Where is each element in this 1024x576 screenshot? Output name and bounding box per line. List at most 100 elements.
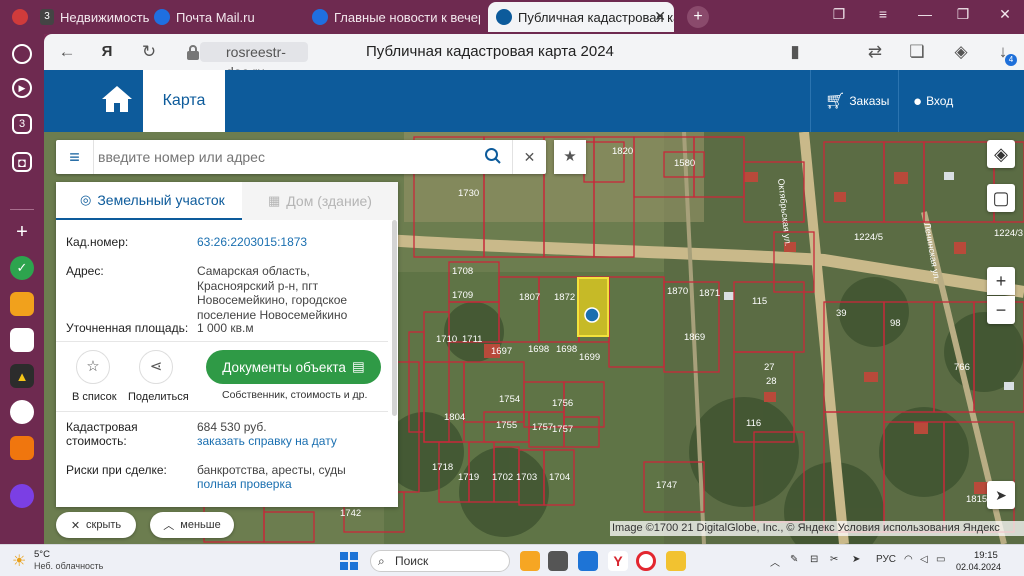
camera-icon[interactable]: ◘ — [12, 152, 32, 172]
warning-app-icon[interactable]: ▲ — [10, 364, 34, 388]
layers-button[interactable]: ◈ — [987, 140, 1015, 168]
parcel-label: 1815 — [966, 494, 988, 505]
back-icon[interactable]: ← — [56, 41, 78, 63]
divider — [56, 341, 388, 342]
tasks-icon[interactable]: ✓ — [10, 256, 34, 280]
rail-count-badge[interactable]: 3 — [12, 114, 32, 134]
wifi-icon[interactable]: ◠ — [904, 554, 913, 565]
locate-button[interactable]: ➤ — [987, 481, 1015, 509]
maximize-button[interactable]: ❐ — [952, 6, 974, 26]
mail-app-icon[interactable] — [10, 436, 34, 460]
new-tab-button[interactable]: + — [687, 6, 709, 28]
url-text[interactable]: rosreestr-doc.ru — [200, 42, 308, 80]
tray-chevron-icon[interactable]: ︿ — [770, 554, 780, 569]
tab-land-plot[interactable]: ◎ Земельный участок — [56, 182, 242, 220]
cad-num-value[interactable]: 63:26:2203015:1873 — [197, 235, 387, 250]
panel-scrollbar[interactable] — [392, 220, 397, 416]
parcel-label: 1804 — [444, 412, 466, 423]
taskbar: ☀ 5°C Неб. облачность ⌕ Поиск Y ︿ ✎ ⊟ ✂ … — [0, 544, 1024, 576]
tab-cadastral-map[interactable]: Публичная кадастровая ка ✕ — [488, 2, 674, 32]
hide-button[interactable]: ✕ скрыть — [56, 512, 136, 538]
less-button[interactable]: ︿ меньше — [150, 512, 234, 538]
yandex-browser-icon[interactable]: Y — [608, 551, 628, 571]
search-input[interactable] — [98, 146, 478, 168]
weather-icon[interactable]: ☀ — [12, 551, 26, 571]
close-tab-icon[interactable]: ✕ — [654, 8, 666, 25]
order-certificate-link[interactable]: заказать справку на дату — [197, 434, 387, 449]
translate-icon[interactable]: ⇄ — [864, 41, 886, 63]
clear-icon[interactable]: ✕ — [512, 140, 546, 174]
copilot-icon[interactable] — [520, 551, 540, 571]
rail-divider — [10, 209, 34, 210]
collections-icon[interactable]: ❏ — [906, 41, 928, 63]
parcel-label: 115 — [752, 296, 768, 307]
minimize-button[interactable]: — — [914, 6, 936, 26]
windows-start-icon[interactable] — [340, 552, 358, 570]
full-check-link[interactable]: полная проверка — [197, 477, 387, 492]
edit-icon[interactable]: ✎ — [790, 554, 798, 565]
parcel-label: 39 — [836, 308, 847, 319]
zoom-in-button[interactable]: + — [987, 267, 1015, 295]
tab-realty[interactable]: 3 Недвижимость — [4, 2, 154, 32]
address-value: Самарская область, Красноярский р-н, пгт… — [197, 264, 348, 322]
menu-icon[interactable]: ≡ — [872, 6, 894, 26]
close-window-button[interactable]: ✕ — [994, 6, 1016, 26]
parcel-label: 1871 — [699, 288, 721, 299]
clock-time[interactable]: 19:15 — [974, 550, 998, 561]
vk-icon[interactable] — [10, 400, 34, 424]
street-label: Ленинская ул. — [922, 222, 943, 282]
news-favicon-icon — [312, 9, 328, 25]
extension-icon[interactable]: ◈ — [950, 41, 972, 63]
taskbar-search[interactable]: ⌕ Поиск — [370, 550, 510, 572]
parcel-label: 1754 — [499, 394, 521, 405]
weather-desc: Неб. облачность — [34, 561, 104, 571]
add-to-list-button[interactable]: ☆ — [76, 350, 110, 384]
orders-button[interactable]: 🛒︎ Заказы — [810, 70, 896, 132]
bookmarks-icon[interactable]: ❐ — [828, 6, 850, 26]
login-button[interactable]: ● Вход — [898, 70, 1024, 132]
file-explorer-icon[interactable] — [666, 551, 686, 571]
yandex-icon[interactable]: Я — [96, 41, 118, 63]
battery-icon[interactable]: ▭ — [936, 554, 945, 565]
measure-button[interactable]: ▢ — [987, 184, 1015, 212]
tab-building[interactable]: ▦ Дом (здание) — [242, 182, 398, 220]
tab-label: Публичная кадастровая ка — [518, 9, 674, 25]
bookmark-icon[interactable]: ▮ — [784, 41, 806, 63]
page-title: Публичная кадастровая карта 2024 — [366, 43, 614, 60]
opera-icon[interactable] — [636, 551, 656, 571]
parcel-label: 1699 — [579, 352, 601, 363]
tab-news[interactable]: Главные новости к вечеру — [304, 2, 480, 32]
add-icon[interactable]: + — [10, 220, 34, 244]
favorites-star-icon[interactable]: ★ — [554, 140, 586, 174]
user-icon: ● — [913, 92, 923, 110]
share-button[interactable]: ⋖ — [139, 350, 173, 384]
object-documents-button[interactable]: Документы объекта ▤ — [206, 350, 381, 384]
share-label: Поделиться — [128, 391, 189, 403]
zoom-out-button[interactable]: − — [987, 296, 1015, 324]
reload-icon[interactable]: ↻ — [138, 41, 160, 63]
volume-icon[interactable]: ◁ — [920, 554, 928, 565]
task-view-icon[interactable] — [548, 551, 568, 571]
assistant-icon[interactable] — [10, 484, 34, 508]
network-app-icon[interactable]: ⊟ — [810, 554, 818, 565]
tab-label: Почта Mail.ru — [176, 9, 255, 25]
play-icon[interactable]: ▶ — [12, 78, 32, 98]
tab-map[interactable]: Карта — [143, 70, 225, 132]
clock-date[interactable]: 02.04.2024 — [956, 562, 1001, 572]
parcel-label: 1708 — [452, 266, 474, 277]
home-icon[interactable] — [100, 84, 136, 116]
tab-mail[interactable]: Почта Mail.ru — [146, 2, 298, 32]
alice-icon[interactable] — [12, 44, 32, 64]
mail-app-taskbar-icon[interactable] — [578, 551, 598, 571]
apps-icon[interactable] — [10, 328, 34, 352]
menu-icon[interactable]: ≡ — [56, 140, 94, 174]
parcel-label: 27 — [764, 362, 775, 373]
search-icon[interactable] — [484, 147, 504, 167]
language-indicator[interactable]: РУС — [876, 554, 896, 565]
location-icon[interactable]: ➤ — [852, 554, 860, 565]
hide-label: скрыть — [86, 519, 122, 531]
parcel-label: 1742 — [340, 508, 362, 519]
tools-icon[interactable]: ✂ — [830, 554, 838, 565]
risks-value: банкротства, аресты, суды — [197, 463, 346, 477]
notes-icon[interactable] — [10, 292, 34, 316]
